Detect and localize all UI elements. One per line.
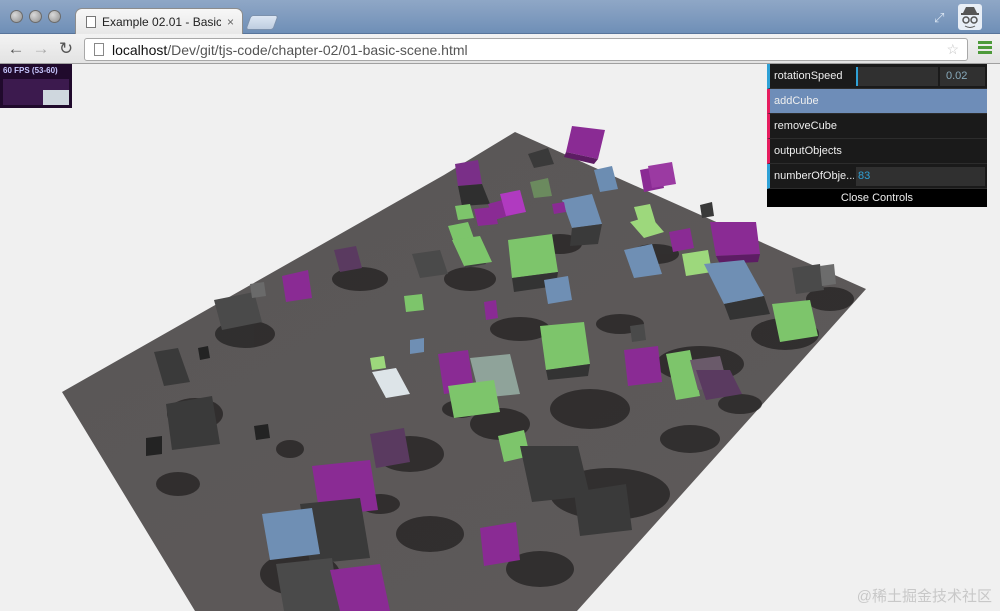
remove-cube-label: removeCube [774, 120, 837, 132]
back-icon[interactable]: ← [7, 40, 25, 58]
url-host: localhost [112, 41, 168, 58]
new-tab-button[interactable] [245, 15, 279, 30]
page-icon [94, 43, 104, 56]
incognito-icon [958, 4, 982, 30]
number-of-objects-field[interactable] [856, 167, 985, 186]
number-of-objects-control[interactable]: numberOfObje... 83 [767, 164, 987, 189]
add-cube-label: addCube [774, 95, 819, 107]
remove-cube-button[interactable]: removeCube [767, 114, 987, 139]
url-path: /Dev/git/tjs-code/chapter-02/01-basic-sc… [167, 41, 468, 58]
rotation-speed-fill [856, 67, 859, 86]
minimize-window-button[interactable] [29, 10, 42, 23]
rotation-speed-label: rotationSpeed [774, 70, 843, 82]
number-of-objects-value[interactable]: 83 [856, 167, 874, 186]
watermark: @稀土掘金技术社区 [856, 588, 992, 605]
tab-close-icon[interactable]: × [227, 15, 234, 29]
fps-stats-panel[interactable]: 60 FPS (53-60) [0, 64, 72, 108]
close-window-button[interactable] [10, 10, 23, 23]
controls-panel: rotationSpeed 0.02 addCube removeCube ou… [767, 64, 987, 207]
fps-readout: 60 FPS (53-60) [3, 66, 58, 75]
fps-graph-bar [43, 90, 69, 105]
zoom-window-button[interactable] [48, 10, 61, 23]
number-of-objects-label: numberOfObje... [774, 170, 854, 182]
document-icon [86, 16, 96, 28]
tab-title: Example 02.01 - Basic Scene [102, 15, 221, 29]
menu-icon[interactable] [978, 41, 992, 55]
browser-tab[interactable]: Example 02.01 - Basic Scene × [75, 8, 243, 35]
browser-toolbar: ← → ↻ localhost/Dev/git/tjs-code/chapter… [0, 34, 1000, 64]
bookmark-star-icon[interactable]: ☆ [946, 41, 959, 58]
close-controls-button[interactable]: Close Controls [767, 189, 987, 207]
output-objects-label: outputObjects [774, 145, 842, 157]
window-titlebar: Example 02.01 - Basic Scene × ⤢ [0, 0, 1000, 35]
rotation-speed-control[interactable]: rotationSpeed 0.02 [767, 64, 987, 89]
reload-icon[interactable]: ↻ [57, 40, 75, 58]
output-objects-button[interactable]: outputObjects [767, 139, 987, 164]
rotation-speed-value[interactable]: 0.02 [940, 67, 985, 86]
rotation-speed-slider[interactable] [856, 67, 938, 86]
forward-icon[interactable]: → [32, 40, 50, 58]
fullscreen-icon[interactable]: ⤢ [934, 10, 948, 25]
address-bar[interactable]: localhost/Dev/git/tjs-code/chapter-02/01… [84, 38, 968, 61]
add-cube-button[interactable]: addCube [767, 89, 987, 114]
